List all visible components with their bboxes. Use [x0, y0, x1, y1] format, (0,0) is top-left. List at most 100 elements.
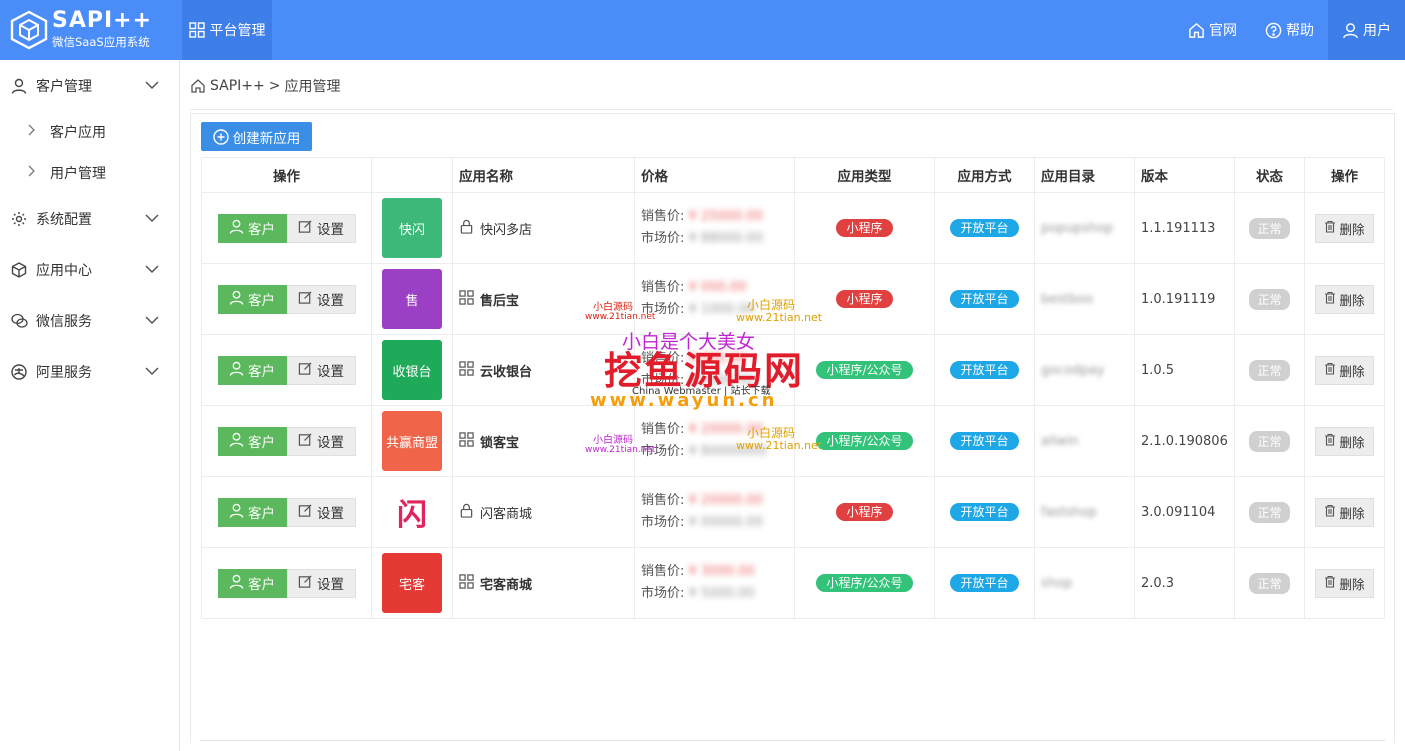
sidebar-group-system-config[interactable]: 系统配置	[0, 193, 179, 244]
user-icon	[10, 77, 28, 95]
type-cell: 小程序/公众号	[794, 334, 935, 406]
mode-badge: 开放平台	[950, 219, 1019, 237]
customer-button[interactable]: 客户	[217, 497, 287, 527]
col-header-ops: 操作	[1304, 157, 1385, 193]
app-name[interactable]: 闪客商城	[480, 503, 532, 522]
delete-button[interactable]: 删除	[1315, 284, 1374, 314]
mode-cell: 开放平台	[934, 405, 1035, 477]
app-logo-icon[interactable]: 收银台	[382, 340, 442, 400]
customer-button[interactable]: 客户	[217, 284, 287, 314]
app-name-cell: 售后宝	[452, 263, 635, 335]
price-cell: 销售价: ¥ 000.00 市场价: ¥ 0000.00	[634, 334, 795, 406]
customer-button[interactable]: 客户	[217, 213, 287, 243]
settings-button[interactable]: 设置	[286, 284, 356, 314]
delete-button[interactable]: 删除	[1315, 355, 1374, 385]
app-icon-cell: 闪	[371, 476, 453, 548]
app-logo-icon[interactable]: 售	[382, 269, 442, 329]
col-header-dir: 应用目录	[1034, 157, 1135, 193]
edit-icon	[298, 219, 313, 238]
app-dir: popupshop	[1041, 220, 1114, 236]
logo-subtitle: 微信SaaS应用系统	[52, 35, 150, 49]
app-logo-icon[interactable]: 共赢商盟	[382, 411, 442, 471]
trash-icon	[1324, 291, 1336, 307]
settings-button[interactable]: 设置	[286, 213, 356, 243]
status-cell: 正常	[1234, 547, 1305, 619]
app-name[interactable]: 宅客商城	[480, 574, 532, 593]
table-body: 客户 设置 快闪 快闪多店 销售价: ¥ 25000.00 市场价: ¥ 88000.00…	[201, 192, 1385, 619]
sidebar-item-user-manage[interactable]: 用户管理	[0, 152, 179, 193]
app-icon-cell: 收银台	[371, 334, 453, 406]
market-price-label: 市场价:	[641, 302, 685, 317]
user-icon	[229, 574, 244, 593]
grid-icon	[188, 22, 205, 38]
type-cell: 小程序/公众号	[794, 547, 935, 619]
user-icon	[229, 290, 244, 309]
logo-title: SAPI++	[52, 8, 153, 33]
gear-icon	[10, 210, 28, 228]
header-link-home[interactable]: 官网	[1174, 0, 1251, 60]
breadcrumb-root[interactable]: SAPI++	[210, 78, 265, 94]
app-dir: fastshop	[1041, 504, 1097, 520]
app-logo-label: 快闪	[398, 222, 425, 238]
type-badge: 小程序/公众号	[816, 432, 913, 450]
app-logo-icon[interactable]: 快闪	[382, 198, 442, 258]
app-logo-icon[interactable]: 宅客	[382, 553, 442, 613]
app-name[interactable]: 售后宝	[480, 290, 519, 309]
sidebar-group-app-center[interactable]: 应用中心	[0, 244, 179, 295]
settings-button[interactable]: 设置	[286, 426, 356, 456]
col-header-name: 应用名称	[452, 157, 635, 193]
status-badge: 正常	[1249, 430, 1290, 452]
type-badge: 小程序/公众号	[816, 574, 913, 592]
app-icon-cell: 快闪	[371, 192, 453, 264]
app-logo-icon[interactable]: 闪	[382, 482, 442, 542]
row-actions: 客户 设置	[201, 334, 372, 406]
customer-button[interactable]: 客户	[217, 355, 287, 385]
sidebar-item-customer-apps[interactable]: 客户应用	[0, 111, 179, 152]
panel-bottom-divider	[200, 740, 1385, 741]
delete-button[interactable]: 删除	[1315, 568, 1374, 598]
settings-button-label: 设置	[317, 506, 344, 522]
breadcrumb-current: 应用管理	[284, 79, 341, 95]
customer-button[interactable]: 客户	[217, 426, 287, 456]
nav-platform-manage[interactable]: 平台管理	[182, 0, 272, 60]
market-price-value: ¥ 1000.00	[688, 302, 755, 317]
header-link-user[interactable]: 用户	[1328, 0, 1405, 60]
delete-button-label: 删除	[1339, 221, 1365, 237]
type-cell: 小程序/公众号	[794, 405, 935, 477]
settings-button[interactable]: 设置	[286, 355, 356, 385]
status-cell: 正常	[1234, 263, 1305, 335]
grid-icon	[459, 573, 474, 593]
delete-button[interactable]: 删除	[1315, 426, 1374, 456]
market-price-label: 市场价:	[641, 231, 685, 246]
dir-cell: allwin	[1034, 405, 1135, 477]
create-app-button[interactable]: 创建新应用	[201, 122, 312, 151]
sidebar-group-alipay[interactable]: 阿里服务	[0, 346, 179, 397]
type-cell: 小程序	[794, 263, 935, 335]
sale-price-label: 销售价:	[641, 280, 685, 295]
version-cell: 1.0.5	[1134, 334, 1235, 406]
customer-button[interactable]: 客户	[217, 568, 287, 598]
col-header-mode: 应用方式	[934, 157, 1035, 193]
settings-button[interactable]: 设置	[286, 497, 356, 527]
delete-button[interactable]: 删除	[1315, 213, 1374, 243]
sidebar-group-wechat[interactable]: 微信服务	[0, 295, 179, 346]
logo[interactable]: SAPI++ 微信SaaS应用系统	[0, 0, 180, 60]
dir-cell: fastshop	[1034, 476, 1135, 548]
app-name[interactable]: 快闪多店	[480, 219, 532, 238]
mode-badge: 开放平台	[950, 290, 1019, 308]
header-link-help[interactable]: 帮助	[1251, 0, 1328, 60]
chevron-down-icon	[145, 367, 159, 376]
delete-button-label: 删除	[1339, 505, 1365, 521]
app-name[interactable]: 云收银台	[480, 361, 532, 380]
app-version: 2.1.0.190806	[1141, 433, 1228, 449]
sidebar-group-customers[interactable]: 客户管理	[0, 60, 179, 111]
customer-button-label: 客户	[248, 435, 275, 451]
status-badge: 正常	[1249, 217, 1290, 239]
col-header-status: 状态	[1234, 157, 1305, 193]
delete-button[interactable]: 删除	[1315, 497, 1374, 527]
row-actions: 客户 设置	[201, 405, 372, 477]
settings-button[interactable]: 设置	[286, 568, 356, 598]
app-name[interactable]: 锁客宝	[480, 432, 519, 451]
alipay-icon	[10, 363, 28, 381]
header-link-user-label: 用户	[1363, 23, 1391, 39]
